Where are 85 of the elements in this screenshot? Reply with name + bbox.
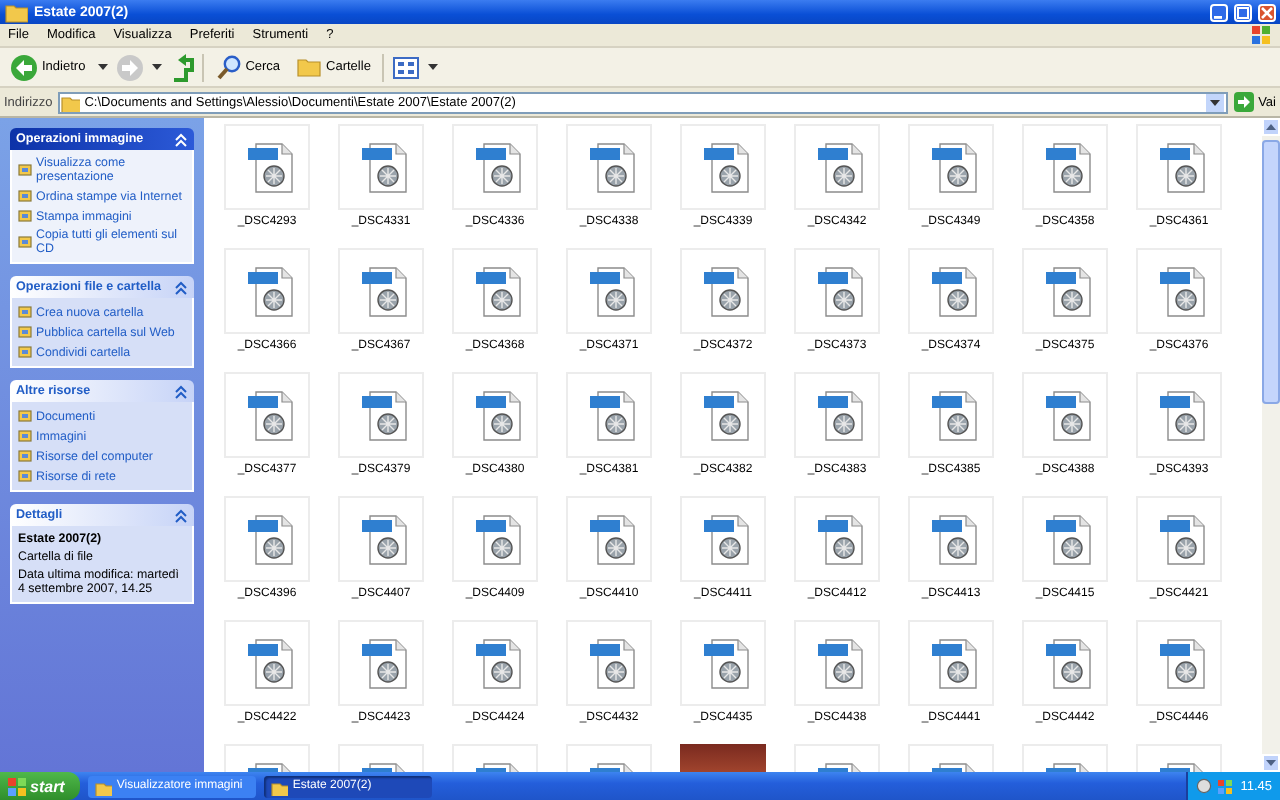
thumbnail-frame[interactable] bbox=[1136, 372, 1222, 458]
search-icon bbox=[215, 54, 242, 80]
thumbnail-frame[interactable] bbox=[680, 372, 766, 458]
task-icon bbox=[18, 344, 32, 360]
thumbnail-frame[interactable] bbox=[224, 124, 310, 210]
thumbnail-frame[interactable] bbox=[452, 124, 538, 210]
task-icon bbox=[18, 324, 32, 340]
minimize-button[interactable] bbox=[1210, 3, 1228, 21]
task-icon bbox=[18, 188, 32, 204]
thumbnail-frame[interactable] bbox=[452, 372, 538, 458]
thumbnail-frame[interactable] bbox=[1022, 620, 1108, 706]
task-icon bbox=[18, 162, 32, 178]
thumbnail-frame[interactable] bbox=[1136, 248, 1222, 334]
caret-icon[interactable] bbox=[428, 64, 439, 70]
thumbnail-frame[interactable] bbox=[224, 620, 310, 706]
caret-icon bbox=[1210, 99, 1221, 105]
thumbnail-frame[interactable] bbox=[566, 496, 652, 582]
windows-logo-icon bbox=[8, 777, 26, 795]
thumbnail-frame[interactable] bbox=[908, 620, 994, 706]
maximize-icon bbox=[1236, 5, 1250, 19]
thumbnail-frame[interactable] bbox=[1022, 124, 1108, 210]
task-icon bbox=[18, 234, 32, 250]
thumbnail-frame[interactable] bbox=[794, 372, 880, 458]
thumbnail-frame[interactable] bbox=[794, 124, 880, 210]
close-icon bbox=[1260, 5, 1274, 19]
thumbnail-frame[interactable] bbox=[794, 496, 880, 582]
thumbnail-frame[interactable] bbox=[1136, 496, 1222, 582]
scrollbar[interactable] bbox=[1262, 118, 1280, 772]
folder-icon bbox=[60, 92, 81, 112]
thumbnail-frame[interactable] bbox=[224, 372, 310, 458]
task-icon bbox=[18, 468, 32, 484]
tray-icon[interactable] bbox=[1196, 778, 1213, 794]
thumbnail-frame[interactable] bbox=[908, 124, 994, 210]
close-button[interactable] bbox=[1258, 3, 1276, 21]
down-caret-icon[interactable] bbox=[1266, 760, 1276, 766]
thumbnail-frame[interactable] bbox=[680, 124, 766, 210]
thumbnail-frame[interactable] bbox=[224, 248, 310, 334]
start-button[interactable]: start bbox=[0, 772, 81, 800]
thumbnail-frame[interactable] bbox=[908, 496, 994, 582]
go-arrow-icon bbox=[1234, 92, 1255, 112]
thumbnail-frame[interactable] bbox=[452, 620, 538, 706]
task-icon bbox=[18, 428, 32, 444]
thumbnail-frame[interactable] bbox=[338, 496, 424, 582]
thumbnail-frame[interactable] bbox=[224, 496, 310, 582]
thumbnail-frame[interactable] bbox=[1022, 372, 1108, 458]
chevron-icon[interactable] bbox=[174, 279, 188, 295]
thumbnail-frame[interactable] bbox=[908, 372, 994, 458]
folder-icon bbox=[94, 777, 113, 795]
chevron-icon[interactable] bbox=[174, 383, 188, 399]
folder-icon bbox=[296, 54, 323, 80]
thumbnail-frame[interactable] bbox=[338, 124, 424, 210]
thumbnail-frame[interactable] bbox=[452, 496, 538, 582]
thumbnail-frame[interactable] bbox=[566, 248, 652, 334]
thumbnail-frame[interactable] bbox=[1136, 620, 1222, 706]
thumbnail-frame[interactable] bbox=[680, 496, 766, 582]
thumbnail-frame[interactable] bbox=[566, 124, 652, 210]
back-arrow-icon bbox=[10, 53, 38, 81]
thumbnail-frame[interactable] bbox=[794, 248, 880, 334]
task-icon bbox=[18, 304, 32, 320]
maximize-button[interactable] bbox=[1234, 3, 1252, 21]
thumbnail-frame[interactable] bbox=[1022, 248, 1108, 334]
thumbnail-frame[interactable] bbox=[566, 372, 652, 458]
thumbnail-frame[interactable] bbox=[566, 620, 652, 706]
thumbnail-frame[interactable] bbox=[680, 248, 766, 334]
tray-icon[interactable] bbox=[1218, 777, 1235, 795]
folder-icon bbox=[270, 777, 289, 795]
thumbnail-frame[interactable] bbox=[452, 248, 538, 334]
thumbnail-frame[interactable] bbox=[1136, 124, 1222, 210]
thumbnail-frame[interactable] bbox=[680, 620, 766, 706]
thumbnail-frame[interactable] bbox=[338, 372, 424, 458]
caret-icon[interactable] bbox=[97, 64, 108, 70]
chevron-icon[interactable] bbox=[174, 507, 188, 523]
views-icon[interactable] bbox=[392, 53, 421, 81]
thumbnail-frame[interactable] bbox=[794, 620, 880, 706]
caret-icon[interactable] bbox=[151, 64, 162, 70]
windows-logo-icon bbox=[1250, 24, 1272, 46]
thumbnail-frame[interactable] bbox=[338, 248, 424, 334]
up-caret-icon[interactable] bbox=[1266, 124, 1276, 130]
task-icon bbox=[18, 208, 32, 224]
task-icon bbox=[18, 448, 32, 464]
thumbnail-frame[interactable] bbox=[1022, 496, 1108, 582]
thumbnail-frame[interactable] bbox=[908, 248, 994, 334]
dropdown-button[interactable] bbox=[1206, 93, 1225, 111]
thumbnail-frame[interactable] bbox=[338, 620, 424, 706]
task-icon bbox=[18, 408, 32, 424]
